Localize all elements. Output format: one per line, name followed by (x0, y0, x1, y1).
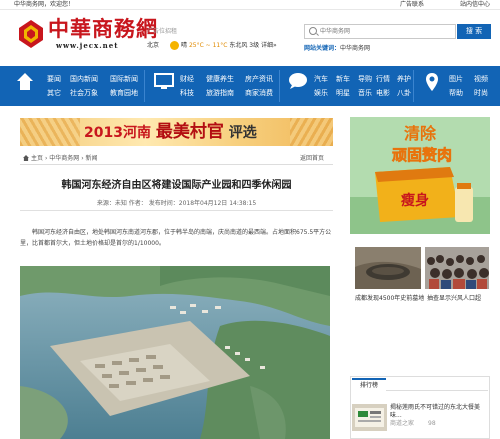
ranking-count: 98 (428, 420, 436, 427)
meta-publish-time: 2018年04月12日 14:38:15 (178, 200, 257, 207)
weather-detail-link[interactable]: 详细» (261, 42, 277, 49)
article-body: 韩国河东经济自由区，地处韩国河东南道河东郡，位于韩半岛的南端，庆尚南道的最西端。… (20, 229, 332, 247)
logo-text[interactable]: 中華商務網 (48, 17, 158, 41)
nav-link-tech[interactable]: 科技 (180, 89, 194, 98)
nav-link-fashion[interactable]: 时尚 (474, 89, 488, 98)
banner-year-text: 2013河南 (84, 125, 151, 141)
banner-headline: 2013河南 最美村官 评选 (84, 122, 257, 142)
nav-link-international[interactable]: 国际新闻 (110, 75, 138, 84)
welcome-text: 中华商务网，欢迎您！ (14, 1, 75, 8)
meta-source: 未知 (114, 200, 127, 207)
weather-wind: 东北风 3级 (229, 42, 260, 49)
news-caption-tomb[interactable]: 成都发现4500年史前墓地 (355, 295, 424, 303)
sun-icon (170, 41, 179, 50)
news-caption-crowd[interactable]: 抽查显示兴风人口超 (427, 295, 481, 303)
breadcrumb-trail: 主页 › 中华商务网 › 新闻 (31, 155, 98, 163)
ranking-thumbnail[interactable] (352, 404, 387, 431)
chat-bubble-icon (287, 72, 309, 94)
meta-source-label: 来源： (96, 200, 115, 207)
nav-link-health[interactable]: 健康养生 (206, 75, 234, 84)
home-icon (14, 72, 36, 94)
ad-subtitle: 顽固赘肉 (392, 146, 452, 164)
nav-link-other[interactable]: 其它 (47, 89, 61, 98)
ranking-source: 商道之家 (390, 420, 415, 427)
back-home-link[interactable]: 返回首页 (300, 155, 324, 163)
search-icon (309, 27, 317, 35)
nav-link-music[interactable]: 音乐 (358, 89, 372, 98)
breadcrumb-sep: › (81, 155, 84, 162)
breadcrumb-home[interactable]: 主页 (31, 155, 43, 162)
village-official-banner[interactable]: 2013河南 最美村官 评选 (20, 118, 333, 146)
nav-link-gossip[interactable]: 八卦 (397, 89, 411, 98)
article-meta: 来源：未知 作者： 发布时间：2018年04月12日 14:38:15 (20, 200, 333, 208)
nav-link-market[interactable]: 行情 (376, 75, 390, 84)
nav-link-realestate[interactable]: 房产资讯 (245, 75, 273, 84)
nav-link-yaowen[interactable]: 要闻 (47, 75, 61, 84)
ranking-title[interactable]: 揭秘莲雨氏不可错过的东北大餐美味... (390, 404, 488, 420)
banner-decoration (290, 118, 333, 146)
nav-link-auto[interactable]: 汽车 (314, 75, 328, 84)
search-input[interactable] (320, 25, 454, 38)
meta-publish-label: 发布时间： (148, 200, 179, 207)
crowd-photo[interactable] (425, 247, 489, 289)
weather-condition: 晴 (181, 42, 188, 49)
ranking-tab[interactable]: 排行榜 (352, 378, 386, 391)
weather-city: 北京 (147, 42, 160, 49)
breadcrumb-site[interactable]: 中华商务网 (49, 155, 79, 162)
nav-link-maintenance[interactable]: 养护 (397, 75, 411, 84)
breadcrumb-news[interactable]: 新闻 (86, 155, 98, 162)
slimming-product-ad[interactable]: 清除 顽固赘肉 瘦身 (350, 117, 490, 234)
meta-author-label: 作者： (128, 200, 147, 207)
search-button[interactable]: 搜 索 (457, 24, 491, 39)
ad-title: 清除 (404, 124, 437, 143)
nav-link-entertainment[interactable]: 娱乐 (314, 89, 328, 98)
hot-keywords: 网站关键词：中华商务网 (304, 45, 370, 53)
logo-emblem-icon[interactable] (18, 19, 44, 49)
ad-contact-link[interactable]: 广告联系 (400, 1, 424, 9)
banner-tail-text: 评选 (228, 125, 257, 141)
tv-icon (153, 72, 175, 94)
nav-link-society[interactable]: 社会万象 (70, 89, 98, 98)
nav-divider (279, 70, 280, 102)
article-aerial-image (20, 266, 330, 439)
nav-link-domestic[interactable]: 国内新闻 (70, 75, 98, 84)
ad-slot-text[interactable]: 广告位招租 (147, 28, 177, 36)
nav-link-photos[interactable]: 图片 (449, 75, 463, 84)
ad-product-name: 瘦身 (401, 192, 429, 209)
banner-big-text: 最美村官 (155, 122, 224, 142)
article-title: 韩国河东经济自由区将建设国际产业园和四季休闲园 (61, 180, 292, 191)
nav-link-help[interactable]: 帮助 (449, 89, 463, 98)
breadcrumb-sep: › (44, 155, 48, 162)
nav-link-video[interactable]: 视频 (474, 75, 488, 84)
top-bar: 中华商务网，欢迎您！ 广告联系 站内信中心 (0, 0, 500, 10)
logo-url: www.jecx.net (56, 41, 119, 50)
nav-link-travel[interactable]: 旅游指南 (206, 89, 234, 98)
weather-info: 晴 25°C ~ 11°C 东北风 3级 详细» (181, 42, 277, 50)
nav-divider (144, 70, 145, 102)
location-pin-icon (421, 72, 443, 94)
ranking-divider (386, 390, 488, 391)
message-center-link[interactable]: 站内信中心 (460, 1, 490, 9)
nav-link-consumer[interactable]: 商家消费 (245, 89, 273, 98)
hot-keyword-link[interactable]: 中华商务网 (340, 45, 370, 52)
weather-temp: 25°C ~ 11°C (188, 42, 228, 49)
banner-decoration (20, 118, 80, 146)
nav-link-finance[interactable]: 财经 (180, 75, 194, 84)
hot-keywords-label: 网站关键词： (304, 45, 341, 52)
nav-link-guide[interactable]: 导购 (358, 75, 372, 84)
meta-divider (20, 210, 333, 211)
nav-link-newcar[interactable]: 新车 (336, 75, 350, 84)
nav-link-education[interactable]: 教育园地 (110, 89, 138, 98)
tomb-photo[interactable] (355, 247, 421, 289)
nav-divider (413, 70, 414, 102)
nav-link-stars[interactable]: 明星 (336, 89, 350, 98)
nav-link-movie[interactable]: 电影 (376, 89, 390, 98)
